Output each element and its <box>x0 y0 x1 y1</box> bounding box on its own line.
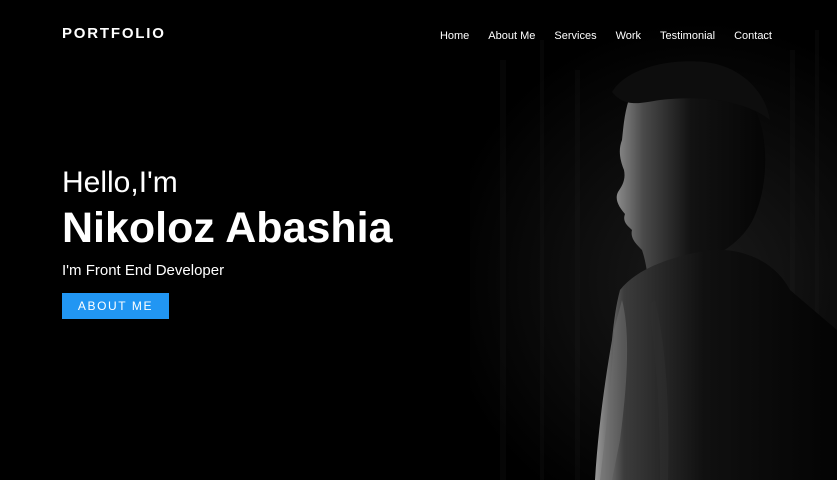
hero-section: Hello,I'm Nikoloz Abashia I'm Front End … <box>62 168 393 319</box>
nav-item-home: Home <box>440 26 469 44</box>
nav-item-services: Services <box>554 26 596 44</box>
nav-link-contact[interactable]: Contact <box>734 30 772 42</box>
main-nav: Home About Me Services Work Testimonial … <box>440 26 772 44</box>
about-me-button[interactable]: ABOUT ME <box>62 293 169 319</box>
nav-item-testimonial: Testimonial <box>660 26 715 44</box>
nav-link-work[interactable]: Work <box>616 30 641 42</box>
hero-greeting: Hello,I'm <box>62 166 178 199</box>
site-header: PORTFOLIO Home About Me Services Work Te… <box>0 0 837 66</box>
nav-link-services[interactable]: Services <box>554 30 596 42</box>
nav-link-about-me[interactable]: About Me <box>488 30 535 42</box>
nav-item-contact: Contact <box>734 26 772 44</box>
nav-item-about-me: About Me <box>488 26 535 44</box>
nav-item-work: Work <box>616 26 641 44</box>
nav-link-home[interactable]: Home <box>440 30 469 42</box>
nav-link-testimonial[interactable]: Testimonial <box>660 30 715 42</box>
hero-role: I'm Front End Developer <box>62 262 225 279</box>
hero-name: Nikoloz Abashia <box>62 204 393 252</box>
logo-link[interactable]: PORTFOLIO <box>62 25 166 42</box>
